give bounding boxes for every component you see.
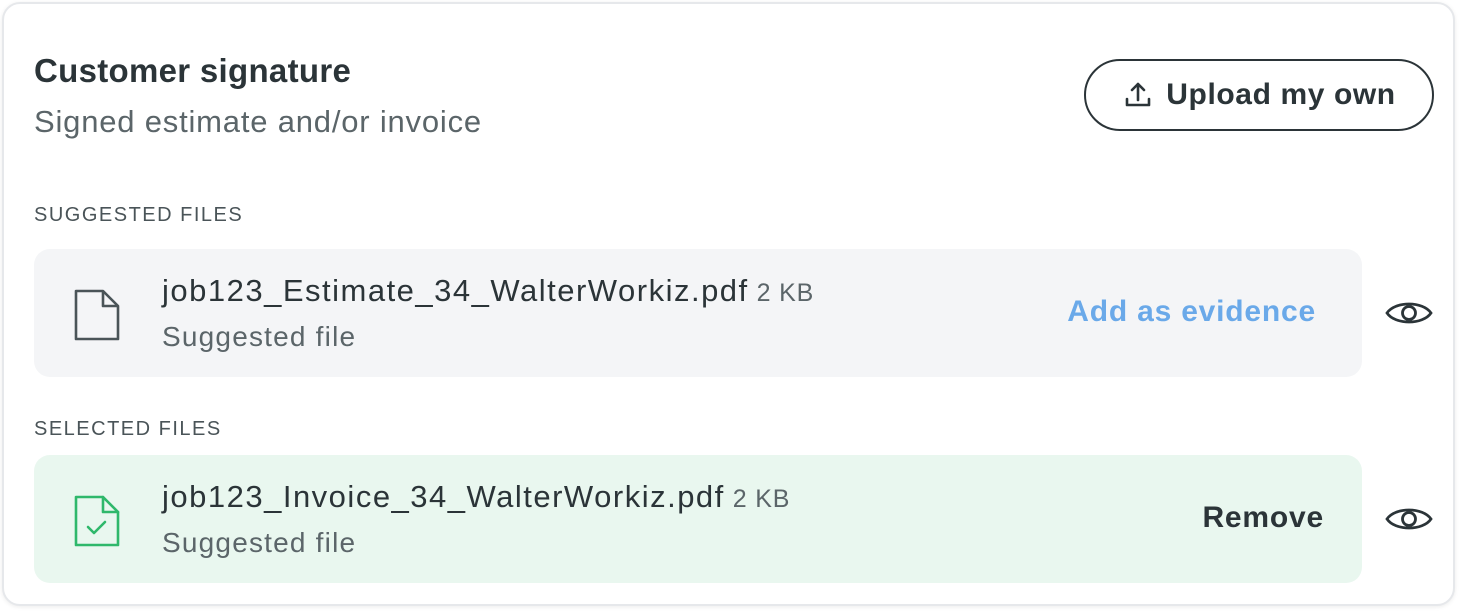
selected-files-heading: SELECTED FILES <box>34 418 222 440</box>
selected-file-size: 2 KB <box>732 485 791 513</box>
eye-icon[interactable] <box>1385 504 1433 534</box>
suggested-file-subtitle: Suggested file <box>162 321 357 352</box>
add-as-evidence-link[interactable]: Add as evidence <box>1067 295 1316 329</box>
suggested-files-heading: SUGGESTED FILES <box>34 204 244 226</box>
selected-file-name-line: job123_Invoice_34_WalterWorkiz.pdf 2 KB <box>162 479 790 515</box>
selected-file-row: job123_Invoice_34_WalterWorkiz.pdf 2 KB S… <box>34 455 1362 583</box>
selected-file-name: job123_Invoice_34_WalterWorkiz.pdf <box>162 479 725 514</box>
suggested-file-name-line: job123_Estimate_34_WalterWorkiz.pdf 2 KB <box>162 273 814 309</box>
suggested-file-row: job123_Estimate_34_WalterWorkiz.pdf 2 KB … <box>34 249 1362 377</box>
suggested-file-size: 2 KB <box>756 279 815 307</box>
document-icon <box>74 289 120 341</box>
card-title: Customer signature <box>34 52 352 89</box>
selected-file-subtitle: Suggested file <box>162 527 357 558</box>
remove-button[interactable]: Remove <box>1202 501 1324 535</box>
upload-button-label: Upload my own <box>1166 78 1396 111</box>
document-check-icon <box>74 495 120 547</box>
suggested-file-name: job123_Estimate_34_WalterWorkiz.pdf <box>162 273 749 308</box>
customer-signature-card: Customer signature Signed estimate and/o… <box>2 2 1455 606</box>
eye-icon[interactable] <box>1385 298 1433 328</box>
card-subtitle: Signed estimate and/or invoice <box>34 104 482 139</box>
upload-icon <box>1125 82 1151 107</box>
upload-my-own-button[interactable]: Upload my own <box>1084 59 1434 131</box>
